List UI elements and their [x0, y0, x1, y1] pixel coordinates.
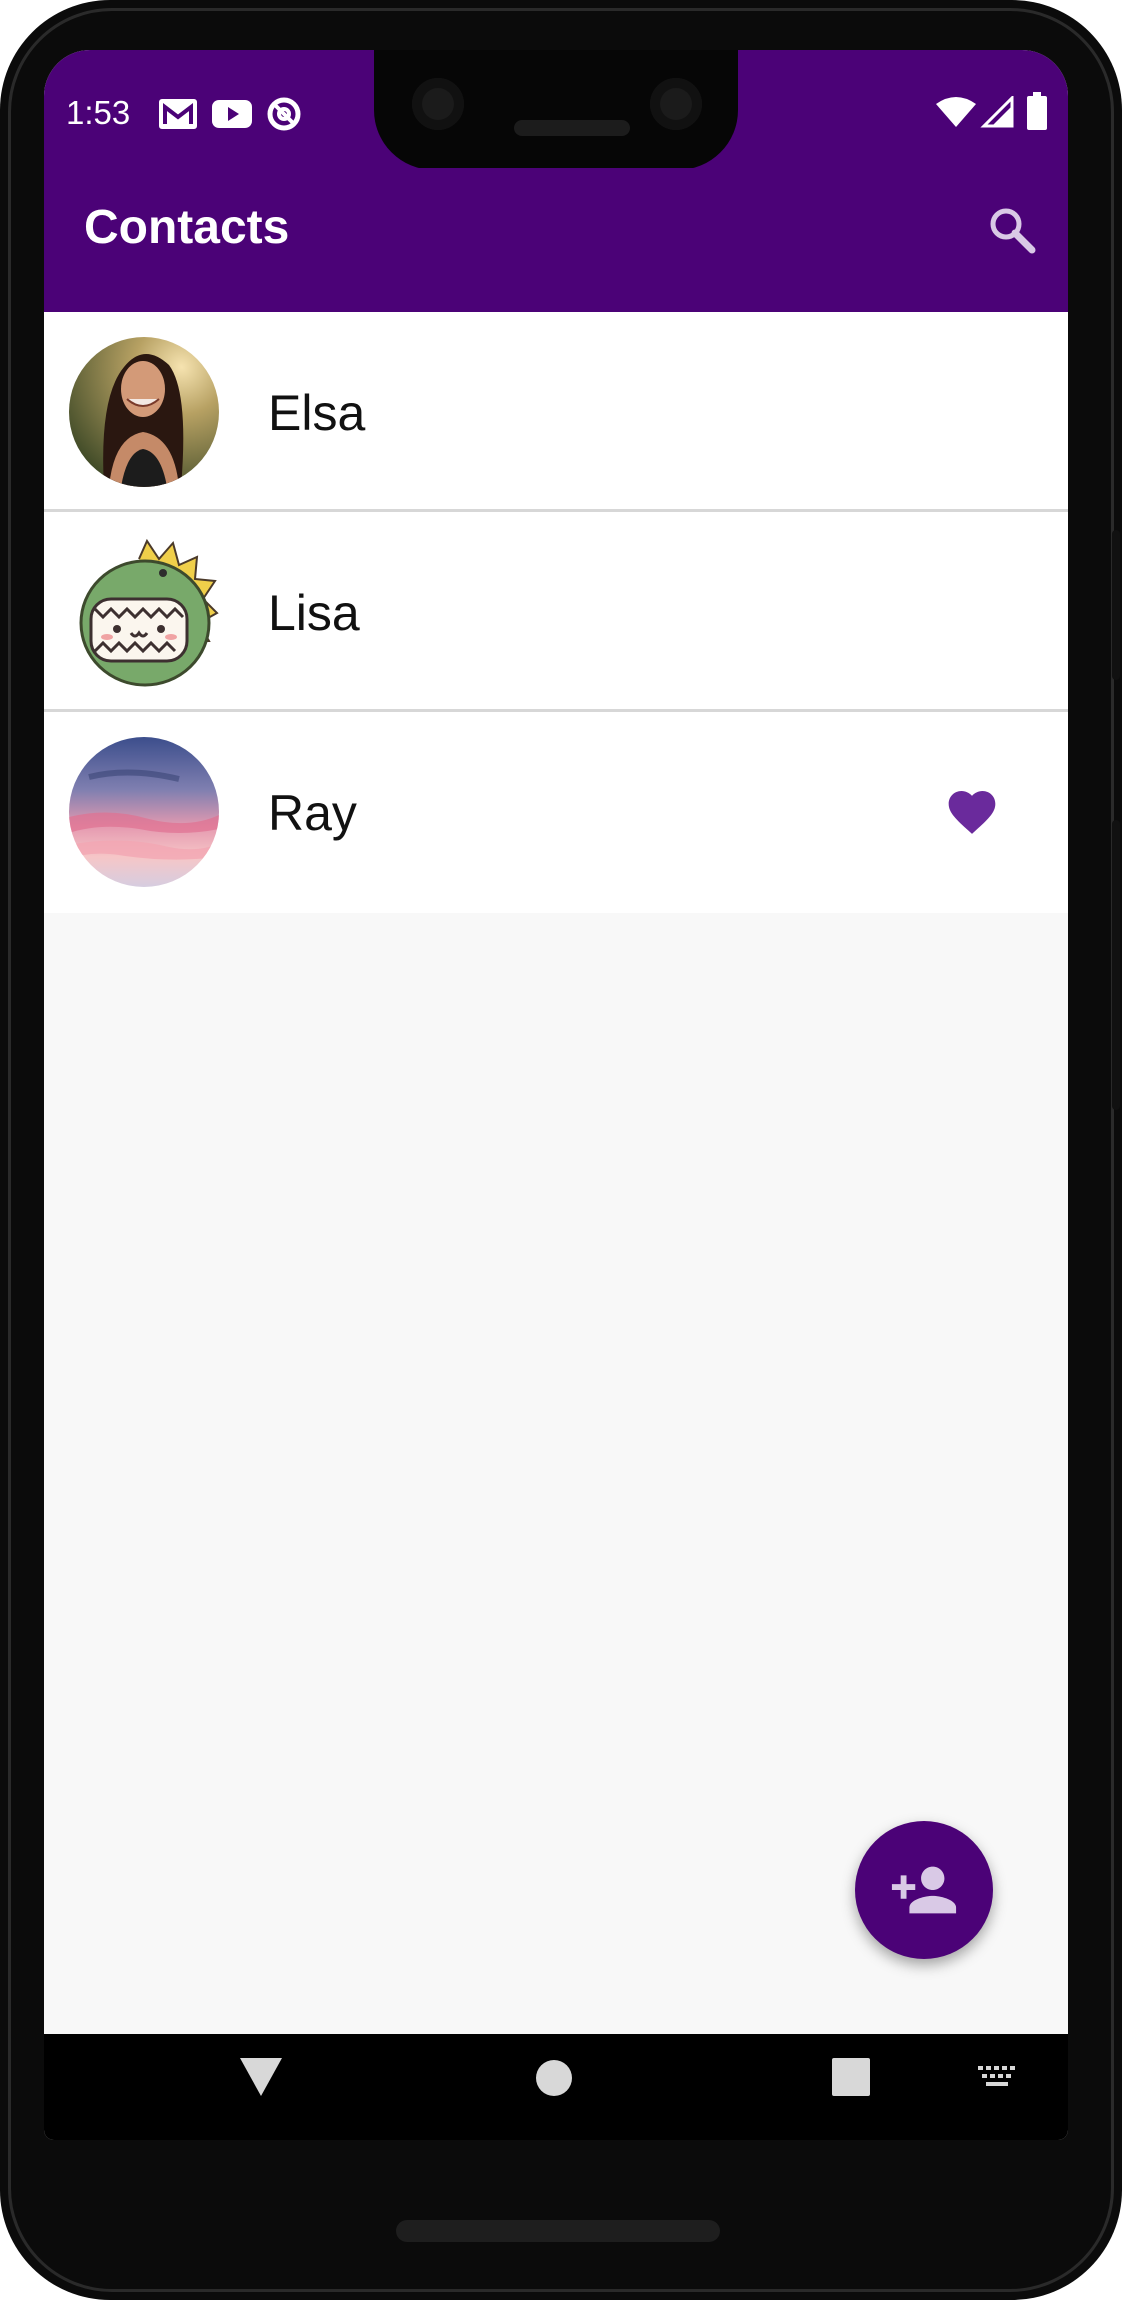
front-camera-right: [650, 78, 702, 130]
page-title: Contacts: [84, 201, 290, 254]
front-camera-left: [412, 78, 464, 130]
youtube-icon: [212, 100, 252, 128]
bottom-speaker-grille: [396, 2220, 720, 2242]
search-button[interactable]: [980, 198, 1044, 262]
keyboard-icon[interactable]: [978, 2066, 1018, 2090]
gmail-icon: [159, 99, 197, 129]
contact-name: Lisa: [268, 585, 360, 641]
avatar: [69, 737, 219, 887]
contact-row[interactable]: Lisa: [44, 512, 1068, 712]
screen: 1:53 Contacts Elsa Lisa Ray: [44, 50, 1068, 2140]
heart-icon: [948, 791, 996, 834]
volume-button: [1112, 820, 1120, 1110]
contact-list: Elsa Lisa Ray: [44, 312, 1068, 913]
status-time: 1:53: [66, 94, 131, 131]
back-icon[interactable]: [238, 2056, 284, 2098]
contact-name: Elsa: [268, 385, 366, 441]
app-bar: Contacts: [44, 168, 1068, 312]
camera-notch: [374, 50, 738, 170]
signal-icon: [980, 96, 1014, 128]
navigation-bar: [44, 2034, 1068, 2140]
phone-frame: 1:53 Contacts Elsa Lisa Ray: [0, 0, 1122, 2300]
wifi-icon: [936, 97, 976, 127]
earpiece-speaker: [514, 120, 630, 136]
status-bar: 1:53: [44, 50, 1068, 170]
avatar: [69, 537, 219, 687]
contact-name: Ray: [268, 785, 357, 841]
person-add-icon: [891, 1866, 957, 1914]
power-button: [1112, 530, 1120, 680]
battery-icon: [1027, 92, 1047, 130]
home-icon[interactable]: [534, 2058, 574, 2098]
add-contact-button[interactable]: [855, 1821, 993, 1959]
contact-row[interactable]: Ray: [44, 712, 1068, 913]
avatar: [69, 337, 219, 487]
favorite-button[interactable]: [944, 784, 1000, 840]
search-icon: [990, 208, 1036, 254]
contact-row[interactable]: Elsa: [44, 312, 1068, 512]
data-saver-icon: [267, 97, 301, 131]
recents-icon[interactable]: [832, 2058, 870, 2096]
